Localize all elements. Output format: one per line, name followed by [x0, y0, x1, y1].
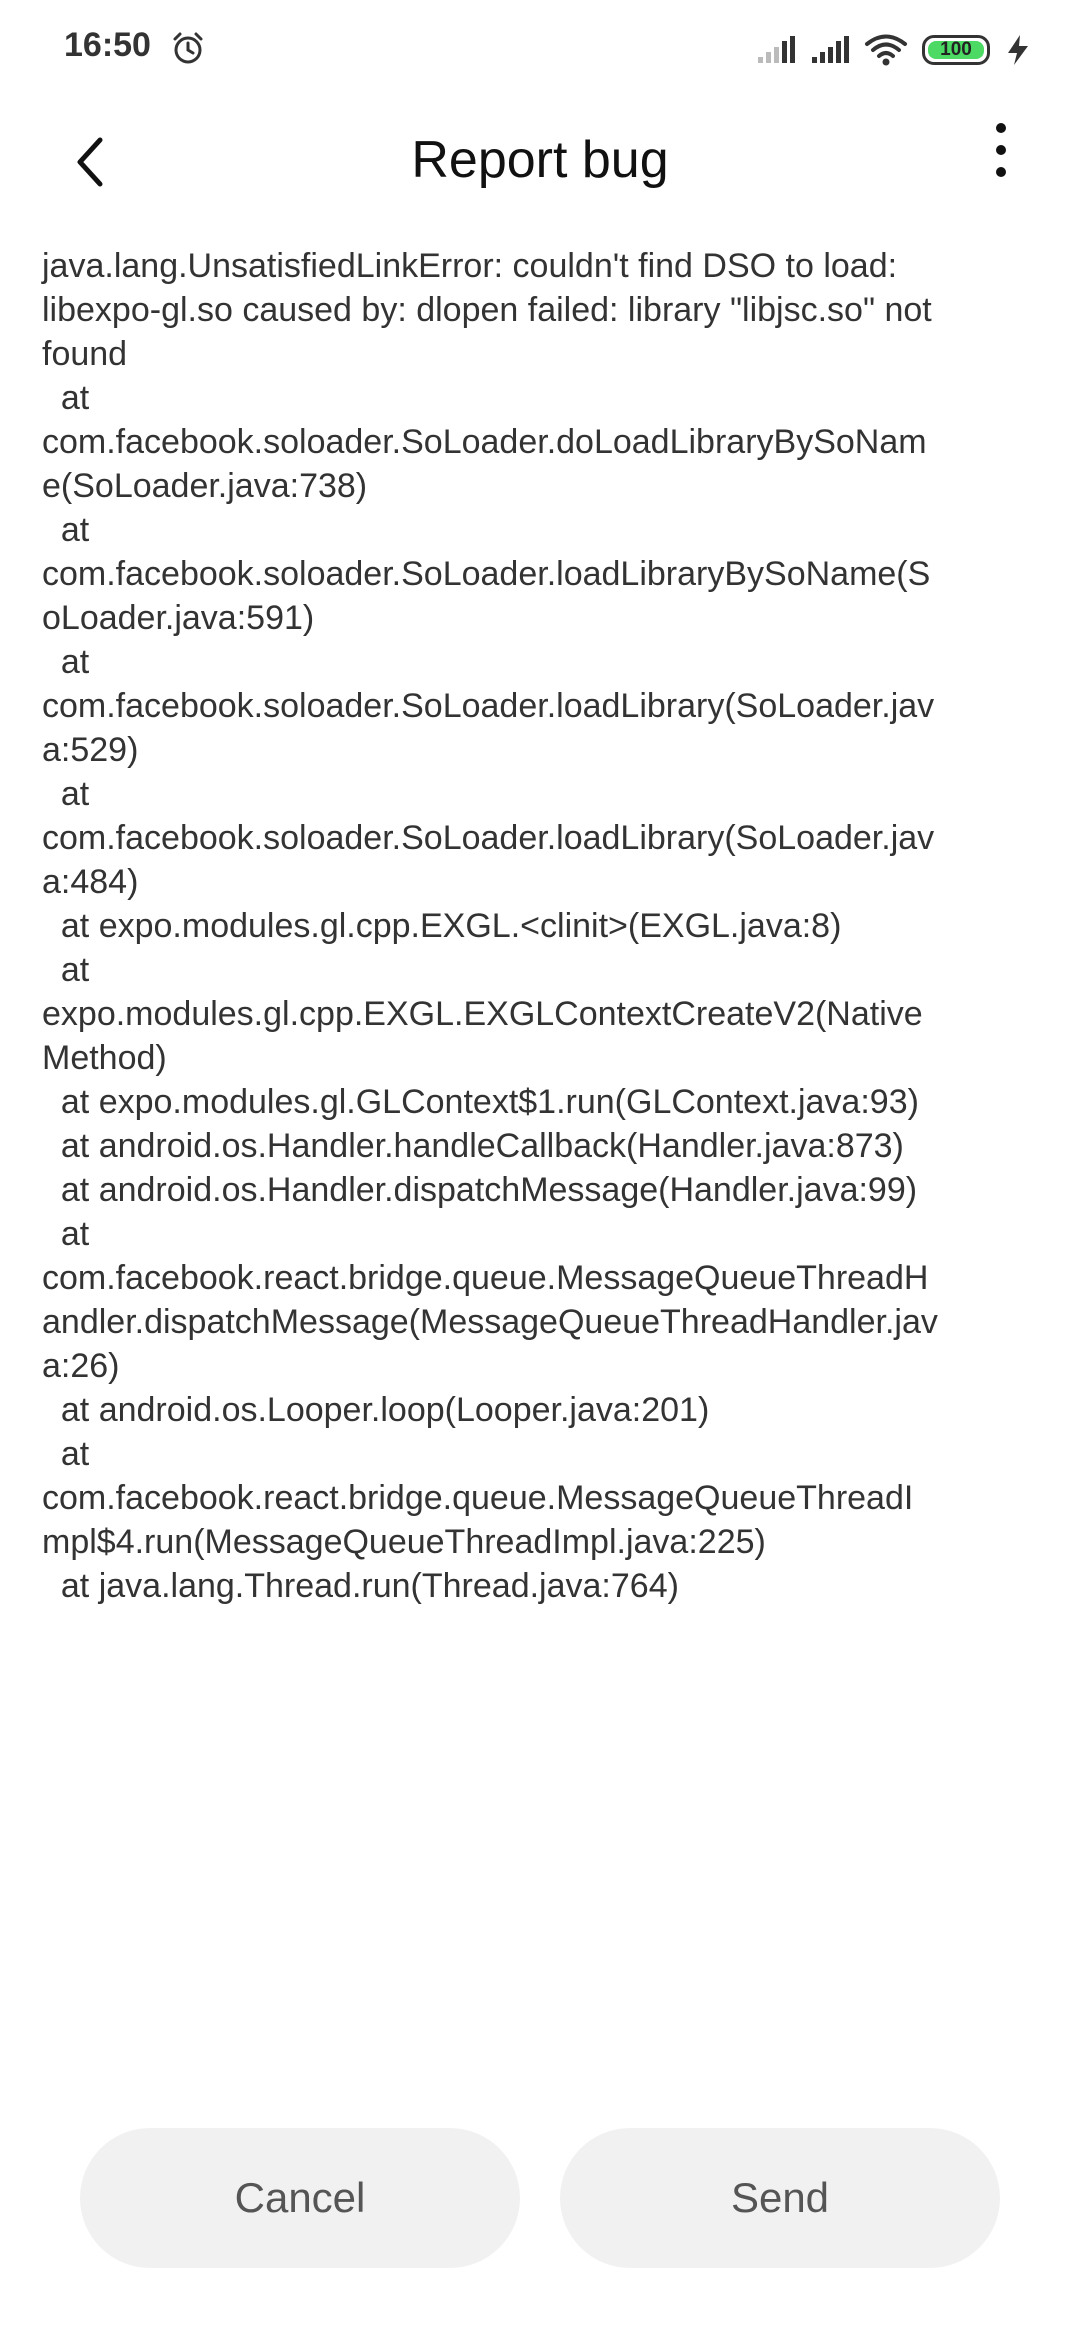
trace-line: com.facebook.soloader.SoLoader.loadLibra… [42, 687, 935, 725]
more-options-button[interactable] [966, 110, 1036, 190]
cancel-button[interactable]: Cancel [80, 2128, 520, 2268]
trace-line: com.facebook.react.bridge.queue.MessageQ… [42, 1259, 929, 1297]
status-time: 16:50 [64, 26, 151, 64]
page-title: Report bug [411, 131, 669, 189]
trace-line: libexpo-gl.so caused by: dlopen failed: … [42, 291, 932, 329]
trace-line: at [42, 1435, 90, 1473]
trace-line: andler.dispatchMessage(MessageQueueThrea… [42, 1303, 938, 1341]
trace-line: com.facebook.soloader.SoLoader.doLoadLib… [42, 423, 927, 461]
error-stack-trace: java.lang.UnsatisfiedLinkError: couldn't… [42, 244, 1042, 1608]
trace-line: oLoader.java:591) [42, 599, 315, 637]
trace-line: at [42, 775, 90, 813]
trace-line: at android.os.Handler.dispatchMessage(Ha… [42, 1171, 918, 1209]
trace-line: a:484) [42, 863, 139, 901]
battery-percent: 100 [940, 39, 972, 60]
trace-line: a:529) [42, 731, 139, 769]
send-button[interactable]: Send [560, 2128, 1000, 2268]
trace-line: at [42, 511, 90, 549]
more-vertical-icon [996, 123, 1006, 177]
trace-line: a:26) [42, 1347, 120, 1385]
trace-line: at expo.modules.gl.GLContext$1.run(GLCon… [42, 1083, 919, 1121]
alarm-clock-icon [173, 32, 203, 64]
trace-line: found [42, 335, 128, 373]
battery-icon: 100 [922, 35, 990, 65]
trace-line: at [42, 643, 90, 681]
trace-line: at java.lang.Thread.run(Thread.java:764) [42, 1567, 679, 1605]
trace-line: expo.modules.gl.cpp.EXGL.EXGLContextCrea… [42, 995, 923, 1033]
trace-line: java.lang.UnsatisfiedLinkError: couldn't… [42, 247, 898, 285]
charging-bolt-icon [1008, 35, 1028, 65]
trace-line: at [42, 379, 90, 417]
app-header: Report bug [0, 100, 1080, 230]
trace-line: at [42, 951, 90, 989]
signal-icon [758, 36, 795, 63]
trace-line: at android.os.Handler.handleCallback(Han… [42, 1127, 904, 1165]
status-bar: 16:50 100 [0, 0, 1080, 100]
trace-line: Method) [42, 1039, 167, 1077]
signal-icon [812, 36, 849, 63]
trace-line: e(SoLoader.java:738) [42, 467, 368, 505]
status-icons: 100 [756, 28, 1032, 72]
trace-line: mpl$4.run(MessageQueueThreadImpl.java:22… [42, 1523, 766, 1561]
trace-line: com.facebook.soloader.SoLoader.loadLibra… [42, 819, 935, 857]
trace-line: at android.os.Looper.loop(Looper.java:20… [42, 1391, 710, 1429]
wifi-icon [865, 34, 907, 66]
trace-line: com.facebook.soloader.SoLoader.loadLibra… [42, 555, 931, 593]
trace-line: com.facebook.react.bridge.queue.MessageQ… [42, 1479, 914, 1517]
trace-line: at [42, 1215, 90, 1253]
trace-line: at expo.modules.gl.cpp.EXGL.<clinit>(EXG… [42, 907, 842, 945]
